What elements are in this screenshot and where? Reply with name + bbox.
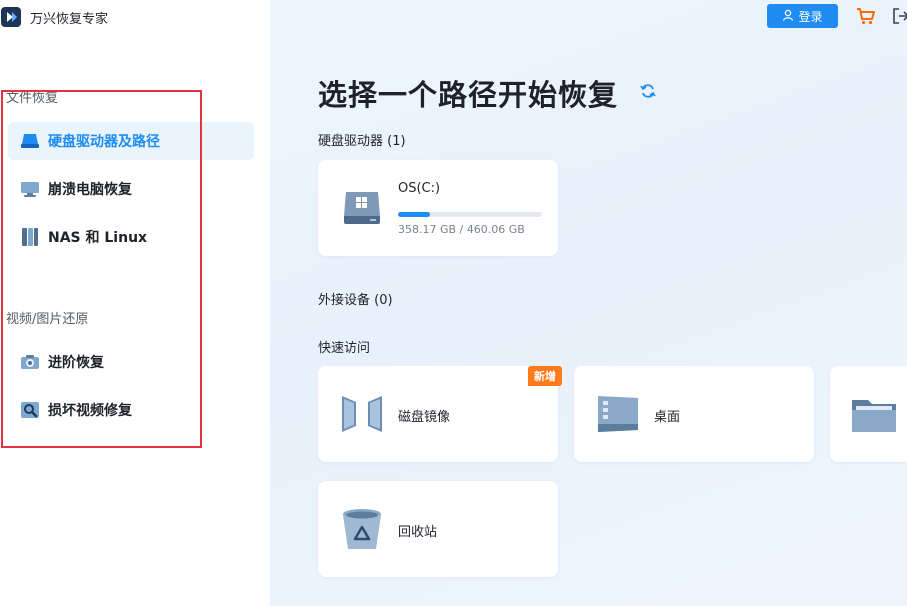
sidebar-item-label: NAS 和 Linux <box>48 230 148 246</box>
disk-image-icon <box>338 390 386 438</box>
drives-group-label: 硬盘驱动器 (1) <box>318 134 406 149</box>
new-badge: 新增 <box>528 366 562 386</box>
section-label-file-recovery: 文件恢复 <box>6 91 59 106</box>
sidebar-item-drives[interactable]: 硬盘驱动器及路径 <box>8 122 254 160</box>
cart-icon[interactable] <box>856 6 876 26</box>
quick-item-recycle-bin[interactable]: 回收站 <box>318 481 558 577</box>
quick-item-label: 桌面 <box>654 410 681 425</box>
login-button[interactable]: 登录 <box>767 4 838 28</box>
section-label-video-photo: 视频/图片还原 <box>6 312 89 327</box>
sidebar-item-label: 硬盘驱动器及路径 <box>48 134 160 150</box>
app-header: 万兴恢复专家 <box>0 4 108 30</box>
video-repair-icon <box>19 399 41 421</box>
sidebar-item-advanced-recovery[interactable]: 进阶恢复 <box>8 343 254 381</box>
app-logo-icon <box>0 6 22 28</box>
desktop-icon <box>594 390 642 438</box>
page-title: 选择一个路径开始恢复 <box>318 78 619 112</box>
quick-item-disk-image[interactable]: 磁盘镜像 新增 <box>318 366 562 462</box>
quick-item-label: 磁盘镜像 <box>398 410 451 425</box>
sidebar-item-crashed-pc[interactable]: 崩溃电脑恢复 <box>8 170 254 208</box>
folder-icon <box>850 390 898 438</box>
app-title: 万兴恢复专家 <box>30 11 109 27</box>
sidebar: 万兴恢复专家 文件恢复 硬盘驱动器及路径 崩溃电脑恢复 NAS 和 Linux … <box>0 0 270 606</box>
quick-item-folder[interactable] <box>830 366 907 462</box>
refresh-icon[interactable] <box>640 83 656 99</box>
drive-name: OS(C:) <box>398 181 441 196</box>
sidebar-item-label: 损坏视频修复 <box>48 403 132 419</box>
drive-usage-fill <box>398 212 430 217</box>
logout-icon[interactable] <box>892 7 907 25</box>
drive-icon <box>19 130 41 152</box>
camera-icon <box>19 351 41 373</box>
user-icon <box>782 9 794 24</box>
login-label: 登录 <box>798 9 823 24</box>
drive-size: 358.17 GB / 460.06 GB <box>398 223 525 236</box>
sidebar-item-label: 进阶恢复 <box>48 355 104 371</box>
sidebar-item-label: 崩溃电脑恢复 <box>48 182 132 198</box>
hard-drive-icon <box>340 186 384 230</box>
external-group-label: 外接设备 (0) <box>318 293 393 308</box>
drive-usage-bar <box>398 212 542 217</box>
recycle-bin-icon <box>338 505 386 553</box>
sidebar-item-nas-linux[interactable]: NAS 和 Linux <box>8 218 254 256</box>
quick-item-label: 回收站 <box>398 525 438 540</box>
quick-access-label: 快速访问 <box>318 341 371 356</box>
sidebar-item-video-repair[interactable]: 损坏视频修复 <box>8 391 254 429</box>
main-panel: 登录 选择一个路径开始恢复 硬盘驱动器 (1) OS(C:) 358.17 GB… <box>270 0 907 606</box>
monitor-icon <box>19 178 41 200</box>
nas-icon <box>19 226 41 248</box>
drive-card-c[interactable]: OS(C:) 358.17 GB / 460.06 GB <box>318 160 558 256</box>
quick-item-desktop[interactable]: 桌面 <box>574 366 814 462</box>
